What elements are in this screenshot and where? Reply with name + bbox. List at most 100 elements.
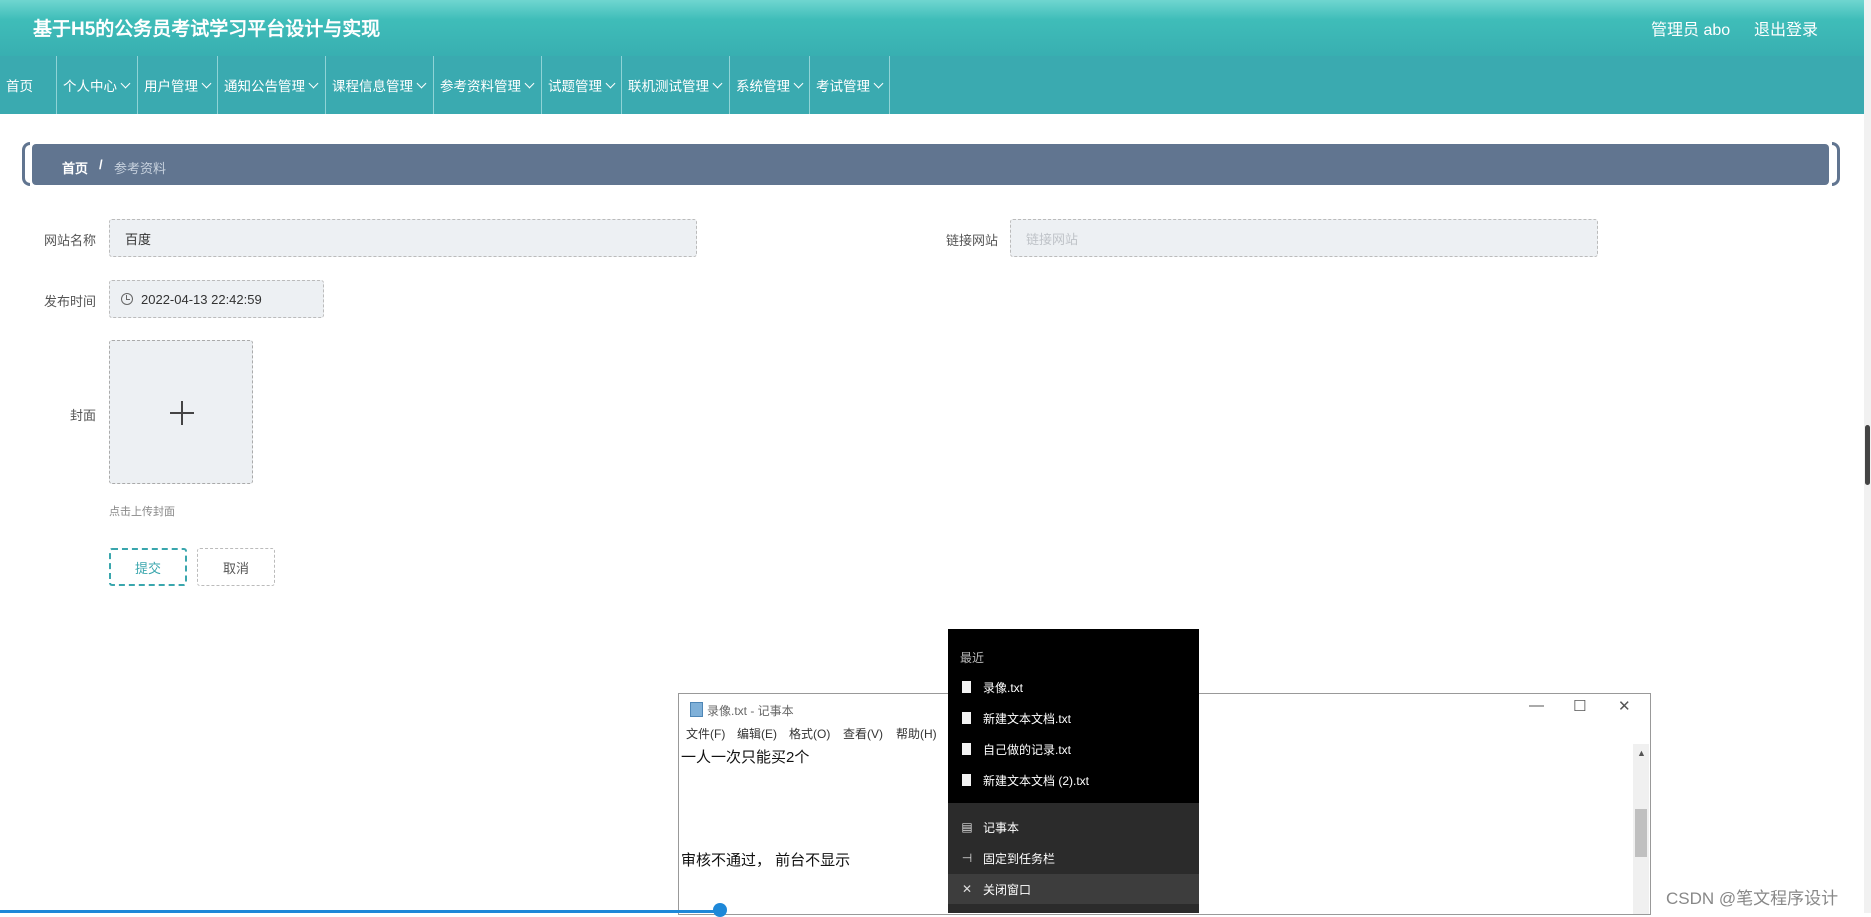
- submit-button[interactable]: 提交: [109, 548, 187, 586]
- nav-label: 参考资料管理: [440, 79, 521, 94]
- notepad-line[interactable]: 审核不通过， 前台不显示: [681, 849, 850, 870]
- nav-course-management[interactable]: 课程信息管理: [326, 56, 434, 114]
- clock-icon: [121, 293, 133, 305]
- notepad-app-icon: ▤: [961, 820, 973, 834]
- maximize-button[interactable]: ☐: [1573, 697, 1586, 715]
- chevron-down-icon: [120, 78, 131, 88]
- recent-file-name: 新建文本文档 (2).txt: [983, 773, 1090, 788]
- current-user-label: 管理员 abo: [1651, 22, 1731, 39]
- plus-icon: [170, 401, 194, 425]
- site-name-input[interactable]: 百度: [109, 219, 697, 257]
- recent-file-item[interactable]: 录像.txt: [948, 672, 1199, 702]
- publish-time-value: 2022-04-13 22:42:59: [141, 291, 262, 307]
- cover-upload-hint: 点击上传封面: [109, 506, 175, 518]
- nav-personal-center[interactable]: 个人中心: [57, 56, 138, 114]
- nav-home-label: 首页: [6, 79, 33, 94]
- jumplist-section-title: 最近: [960, 651, 985, 665]
- video-progress-handle[interactable]: [713, 903, 727, 917]
- nav-online-test-management[interactable]: 联机测试管理: [622, 56, 730, 114]
- jumplist-actions: ▤ 记事本 ⊣ 固定到任务栏 ✕ 关闭窗口: [948, 803, 1199, 913]
- nav-label: 考试管理: [816, 79, 870, 94]
- pin-icon: ⊣: [961, 851, 973, 865]
- jumplist-close-label: 关闭窗口: [983, 882, 1032, 897]
- nav-reference-management[interactable]: 参考资料管理: [434, 56, 542, 114]
- app-title: 基于H5的公务员考试学习平台设计与实现: [33, 19, 381, 40]
- menu-view[interactable]: 查看(V): [843, 725, 883, 742]
- menu-edit[interactable]: 编辑(E): [737, 725, 777, 742]
- main-nav: 首页 个人中心 用户管理 通知公告管理 课程信息管理 参考资料管理 试题管理 联…: [0, 56, 1864, 114]
- breadcrumb-current: 参考资料: [114, 161, 167, 176]
- publish-time-label: 发布时间: [43, 294, 96, 309]
- nav-label: 用户管理: [144, 79, 198, 94]
- chevron-down-icon: [793, 78, 804, 88]
- recent-file-item[interactable]: 新建文本文档 (2).txt: [948, 765, 1199, 795]
- cover-label: 封面: [69, 408, 96, 423]
- recent-file-item[interactable]: 自己做的记录.txt: [948, 734, 1199, 764]
- chevron-down-icon: [308, 78, 319, 88]
- link-site-placeholder: 链接网站: [1026, 231, 1079, 247]
- cancel-button[interactable]: 取消: [197, 548, 275, 586]
- breadcrumb-bar: 首页 / 参考资料: [32, 144, 1829, 185]
- file-icon: [962, 681, 971, 693]
- notepad-line[interactable]: 一人一次只能买2个: [681, 746, 809, 767]
- chevron-down-icon: [873, 78, 884, 88]
- nav-label: 系统管理: [736, 79, 790, 94]
- chevron-down-icon: [416, 78, 427, 88]
- menu-file[interactable]: 文件(F): [686, 725, 725, 742]
- notepad-scroll-thumb[interactable]: [1635, 809, 1647, 857]
- top-header: 基于H5的公务员考试学习平台设计与实现 管理员 abo 退出登录: [0, 0, 1864, 56]
- nav-label: 课程信息管理: [332, 79, 413, 94]
- site-name-value: 百度: [125, 231, 152, 247]
- chevron-down-icon: [201, 78, 212, 88]
- jumplist-app-name: 记事本: [983, 820, 1020, 835]
- bracket-right-decoration: [1832, 142, 1840, 186]
- recent-file-name: 录像.txt: [983, 680, 1024, 695]
- chevron-down-icon: [605, 78, 616, 88]
- jumplist-pin-to-taskbar[interactable]: ⊣ 固定到任务栏: [948, 843, 1199, 873]
- site-name-label: 网站名称: [43, 233, 96, 248]
- jumplist-pin-label: 固定到任务栏: [983, 851, 1056, 866]
- cover-upload[interactable]: [109, 340, 253, 484]
- breadcrumb-separator: /: [99, 157, 103, 172]
- notepad-icon: [690, 702, 703, 717]
- nav-exam-management[interactable]: 考试管理: [810, 56, 890, 114]
- recent-file-name: 自己做的记录.txt: [983, 742, 1072, 757]
- menu-format[interactable]: 格式(O): [789, 725, 830, 742]
- chevron-down-icon: [524, 78, 535, 88]
- publish-time-picker[interactable]: 2022-04-13 22:42:59: [109, 280, 324, 318]
- bracket-left-decoration: [22, 142, 30, 186]
- breadcrumb-home[interactable]: 首页: [62, 158, 88, 177]
- notepad-title: 录像.txt - 记事本: [707, 704, 794, 718]
- recent-file-item[interactable]: 新建文本文档.txt: [948, 703, 1199, 733]
- breadcrumb: 首页 / 参考资料: [22, 142, 1840, 188]
- jumplist-close-window[interactable]: ✕ 关闭窗口: [948, 874, 1199, 904]
- close-button[interactable]: ✕: [1618, 697, 1631, 715]
- link-site-label: 链接网站: [945, 233, 998, 248]
- scrollbar-thumb[interactable]: [1865, 425, 1870, 485]
- jumplist-open-notepad[interactable]: ▤ 记事本: [948, 812, 1199, 842]
- notepad-scrollbar[interactable]: ▲: [1633, 744, 1649, 914]
- file-icon: [962, 712, 971, 724]
- logout-link[interactable]: 退出登录: [1754, 16, 1818, 40]
- close-icon: ✕: [961, 882, 973, 896]
- chevron-down-icon: [712, 78, 723, 88]
- recent-file-name: 新建文本文档.txt: [983, 711, 1072, 726]
- nav-question-management[interactable]: 试题管理: [542, 56, 622, 114]
- nav-label: 个人中心: [63, 79, 117, 94]
- nav-label: 试题管理: [548, 79, 602, 94]
- page-scrollbar[interactable]: [1864, 0, 1871, 913]
- nav-label: 通知公告管理: [224, 79, 305, 94]
- taskbar-jumplist: 最近 录像.txt 新建文本文档.txt 自己做的记录.txt 新建文本文档 (…: [948, 629, 1199, 913]
- nav-user-management[interactable]: 用户管理: [138, 56, 218, 114]
- file-icon: [962, 743, 971, 755]
- nav-home[interactable]: 首页: [0, 56, 57, 114]
- scroll-up-icon[interactable]: ▲: [1637, 748, 1646, 758]
- csdn-watermark: CSDN @笔文程序设计: [1666, 889, 1839, 908]
- nav-label: 联机测试管理: [628, 79, 709, 94]
- nav-system-management[interactable]: 系统管理: [730, 56, 810, 114]
- nav-notice-management[interactable]: 通知公告管理: [218, 56, 326, 114]
- menu-help[interactable]: 帮助(H): [896, 725, 937, 742]
- minimize-button[interactable]: —: [1529, 697, 1544, 714]
- file-icon: [962, 774, 971, 786]
- link-site-input[interactable]: 链接网站: [1010, 219, 1598, 257]
